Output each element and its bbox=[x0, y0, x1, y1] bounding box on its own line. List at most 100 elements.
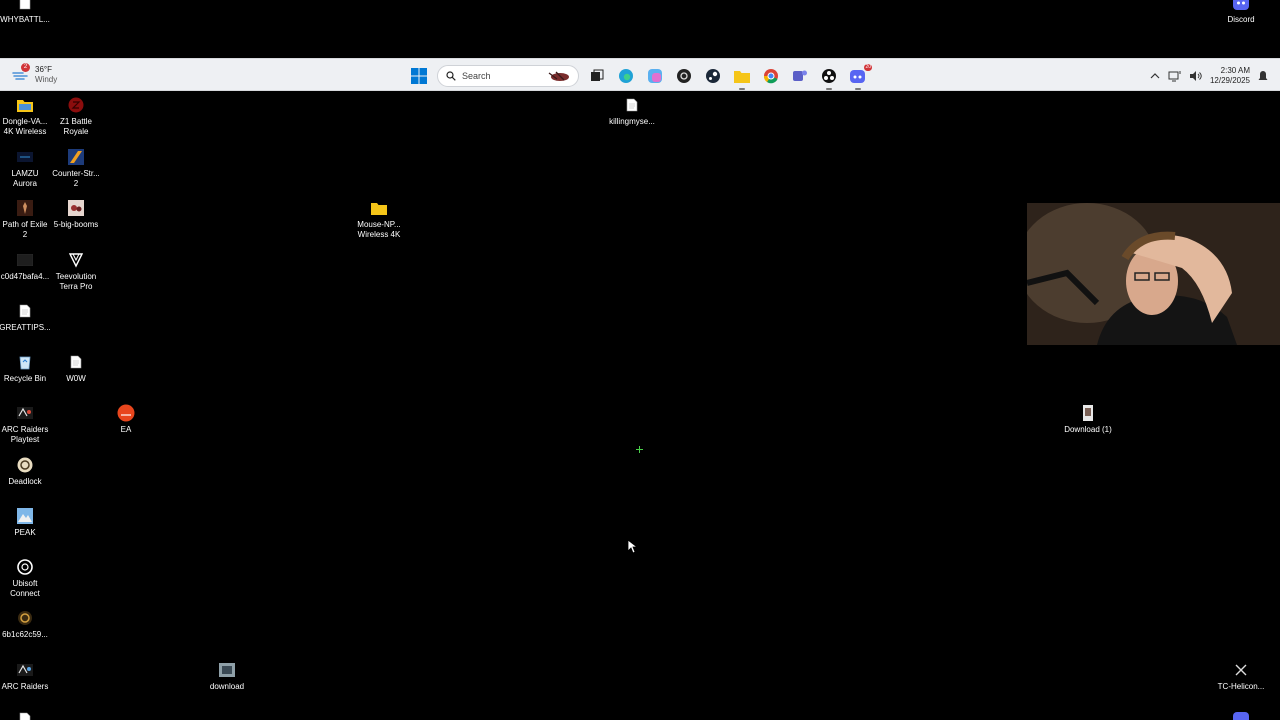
document-icon bbox=[16, 710, 34, 720]
desktop-icon-mousenp[interactable]: Mouse-NP... Wireless 4K bbox=[351, 199, 407, 240]
teevolution-icon bbox=[67, 251, 85, 269]
running-indicator bbox=[826, 87, 832, 90]
webcam-person-image bbox=[1027, 203, 1280, 345]
volume-icon[interactable] bbox=[1189, 70, 1202, 82]
desktop-icon-peak[interactable]: PEAK bbox=[0, 507, 53, 538]
path-of-exile-icon bbox=[16, 199, 34, 217]
taskbar-copilot[interactable] bbox=[644, 65, 666, 87]
search-highlight-icon bbox=[548, 71, 569, 81]
desktop-icon-teevolution[interactable]: Teevolution Terra Pro bbox=[48, 251, 104, 292]
running-indicator bbox=[855, 87, 861, 90]
desktop-icon-label: Counter-Str... 2 bbox=[52, 169, 100, 188]
desktop-icon-killing[interactable]: killingmyse... bbox=[604, 96, 660, 127]
discord-icon bbox=[1232, 710, 1250, 720]
desktop-icon-greattips[interactable]: GREATTIPS... bbox=[0, 302, 53, 333]
discord-badge: 20 bbox=[864, 63, 872, 71]
recycle-bin-icon bbox=[16, 353, 34, 371]
desktop-icon-partial-bottom[interactable] bbox=[0, 710, 53, 720]
deadlock-icon bbox=[16, 456, 34, 474]
desktop-icon-arc-raiders[interactable]: ARC Raiders bbox=[0, 661, 53, 692]
desktop-icon-partial-discord[interactable] bbox=[1213, 710, 1269, 720]
desktop-icon-label: Discord bbox=[1227, 15, 1255, 24]
webcam-overlay bbox=[1027, 203, 1280, 345]
desktop-icon-label: WHYBATTL... bbox=[0, 15, 50, 24]
notification-icon[interactable] bbox=[1258, 70, 1268, 82]
folder-icon bbox=[370, 199, 388, 217]
desktop-icon-label: Z1 Battle Royale bbox=[59, 117, 92, 136]
taskbar: 2 36°F Windy Search 20 2:30 AM 12/29/202… bbox=[0, 58, 1280, 91]
taskbar-chrome[interactable] bbox=[760, 65, 782, 87]
obs-studio-icon bbox=[822, 68, 836, 83]
desktop-icon-label: TC-Helicon... bbox=[1217, 682, 1265, 691]
document-icon bbox=[67, 353, 85, 371]
chevron-up-icon[interactable] bbox=[1150, 72, 1160, 80]
desktop-icon-label: W0W bbox=[66, 374, 86, 383]
taskbar-discord[interactable]: 20 bbox=[847, 63, 872, 90]
system-tray: 2:30 AM 12/29/2025 bbox=[1150, 63, 1268, 88]
discord-icon bbox=[850, 69, 865, 83]
desktop-icon-bigbooms[interactable]: 5-big-booms bbox=[48, 199, 104, 230]
crosshair-icon bbox=[636, 446, 643, 453]
desktop-icon-counterstrike[interactable]: Counter-Str... 2 bbox=[48, 148, 104, 189]
desktop-icon-6b1c[interactable]: 6b1c62c59... bbox=[0, 609, 53, 640]
steam-icon bbox=[706, 68, 720, 83]
tc-helicon-icon bbox=[1232, 661, 1250, 679]
desktop-icon-label: PEAK bbox=[14, 528, 36, 537]
z1-battle-royale-icon bbox=[67, 96, 85, 114]
taskbar-file-explorer[interactable] bbox=[731, 65, 753, 90]
desktop-icon-label: ARC Raiders Playtest bbox=[1, 425, 49, 444]
desktop-icon-ea[interactable]: EA bbox=[98, 404, 154, 435]
desktop-icon-label: Download (1) bbox=[1064, 425, 1112, 434]
desktop-icon-label: EA bbox=[120, 425, 132, 434]
chrome-icon bbox=[763, 68, 778, 83]
document-icon bbox=[623, 96, 641, 114]
image-icon bbox=[218, 661, 236, 679]
desktop-icon-ubisoft[interactable]: Ubisoft Connect bbox=[0, 558, 53, 599]
edge-icon bbox=[619, 68, 633, 83]
taskbar-teams[interactable] bbox=[789, 65, 811, 87]
search-icon bbox=[446, 70, 456, 81]
weather-widget[interactable]: 2 36°F Windy bbox=[12, 63, 57, 87]
desktop-icon-label: Ubisoft Connect bbox=[10, 579, 40, 598]
desktop-icon-download[interactable]: download bbox=[199, 661, 255, 692]
taskbar-clock[interactable]: 2:30 AM 12/29/2025 bbox=[1210, 66, 1250, 86]
desktop-icon-whybattl[interactable]: WHYBATTL... bbox=[0, 0, 53, 25]
task-view-button[interactable] bbox=[586, 65, 608, 87]
taskbar-obs-studio[interactable] bbox=[818, 65, 840, 90]
arc-raiders-icon bbox=[16, 661, 34, 679]
desktop-icon-arc-playtest[interactable]: ARC Raiders Playtest bbox=[0, 404, 53, 445]
clock-date: 12/29/2025 bbox=[1209, 75, 1250, 85]
desktop-icon-discord-top[interactable]: Discord bbox=[1213, 0, 1269, 25]
weather-temp: 36°F bbox=[35, 65, 52, 74]
lamzu-icon bbox=[16, 148, 34, 166]
document-icon bbox=[16, 302, 34, 320]
counter-strike-icon bbox=[67, 148, 85, 166]
image-icon bbox=[67, 199, 85, 217]
ubisoft-icon bbox=[16, 558, 34, 576]
ea-icon bbox=[117, 404, 135, 422]
desktop-icon-label: GREATTIPS... bbox=[0, 323, 51, 332]
desktop-icon-label: Teevolution Terra Pro bbox=[55, 272, 97, 291]
desktop-icon-download1[interactable]: Download (1) bbox=[1060, 404, 1116, 435]
desktop-icon-deadlock[interactable]: Deadlock bbox=[0, 456, 53, 487]
network-icon[interactable] bbox=[1168, 70, 1181, 82]
taskbar-steam[interactable] bbox=[702, 65, 724, 87]
teams-icon bbox=[793, 70, 807, 81]
start-button[interactable] bbox=[408, 65, 430, 87]
arc-raiders-icon bbox=[16, 404, 34, 422]
taskbar-obs[interactable] bbox=[673, 65, 695, 87]
discord-icon bbox=[1232, 0, 1250, 12]
obs-icon bbox=[677, 68, 691, 83]
desktop-icon-z1[interactable]: Z1 Battle Royale bbox=[48, 96, 104, 137]
mouse-cursor-icon bbox=[627, 539, 637, 554]
image-icon bbox=[16, 609, 34, 627]
image-icon bbox=[16, 251, 34, 269]
image-icon bbox=[1079, 404, 1097, 422]
desktop-icon-label: 6b1c62c59... bbox=[2, 630, 48, 639]
desktop-icon-wow[interactable]: W0W bbox=[48, 353, 104, 384]
taskbar-edge[interactable] bbox=[615, 65, 637, 87]
taskbar-search[interactable]: Search bbox=[437, 64, 579, 87]
peak-icon bbox=[16, 507, 34, 525]
desktop-icon-tchelicon[interactable]: TC-Helicon... bbox=[1213, 661, 1269, 692]
copilot-icon bbox=[648, 68, 662, 83]
